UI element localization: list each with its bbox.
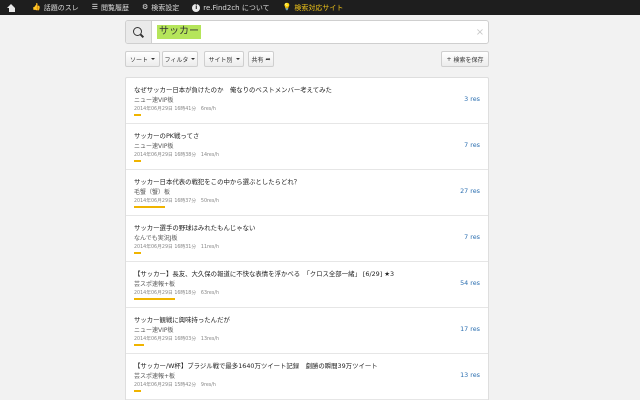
activity-bar (134, 160, 141, 162)
share-button[interactable]: 共有 ➦ (248, 51, 274, 67)
thread-title[interactable]: サッカー日本代表の戦犯をこの中から選ぶとしたらどれ？ (134, 177, 300, 186)
thread-board: なんでも実況J板 (134, 235, 178, 242)
nav-search-settings[interactable]: ⚙ 検索設定 (142, 0, 179, 15)
site-dropdown[interactable]: サイト別 (204, 51, 244, 67)
site-label: サイト別 (208, 56, 233, 64)
res-count: 54 res (460, 279, 480, 287)
result-toolbar: ソート フィルタ サイト別 共有 ➦ + 検索を保存 (125, 51, 489, 67)
thread-row[interactable]: サッカー観戦に興味持ったんだが ニュー速VIP板 2014年06月29日 16時… (126, 308, 488, 354)
thread-board: 芸スポ速報+板 (134, 281, 176, 288)
nav-history-label: 閲覧履歴 (101, 3, 129, 12)
clear-search-icon[interactable]: × (472, 21, 488, 43)
plus-icon: + (446, 55, 452, 63)
list-icon: ☰ (91, 3, 98, 11)
lightbulb-icon: 💡 (282, 3, 292, 11)
share-label: 共有 (251, 56, 264, 64)
activity-bar (134, 114, 141, 116)
top-navbar: 👍 話題のスレ ☰ 閲覧履歴 ⚙ 検索設定 i re.Find2ch について … (0, 0, 640, 15)
search-query-text: サッカー (157, 25, 201, 39)
chevron-down-icon (235, 58, 240, 60)
thread-list: なぜサッカー日本が負けたのか 俺なりのベストメンバー考えてみた ニュー速VIP板… (125, 77, 489, 400)
save-search-label: 検索を保存 (453, 56, 484, 64)
thread-title[interactable]: サッカー選手の野球はみれたもんじゃない (134, 223, 255, 232)
thumbs-up-icon: 👍 (32, 3, 41, 11)
res-count: 27 res (460, 187, 480, 195)
search-button[interactable] (126, 21, 152, 43)
thread-title[interactable]: サッカーのPK戦ってさ (134, 131, 199, 140)
thread-row[interactable]: なぜサッカー日本が負けたのか 俺なりのベストメンバー考えてみた ニュー速VIP板… (126, 78, 488, 124)
nav-about-label: re.Find2ch について (203, 3, 270, 12)
thread-board: 芸スポ速報+板 (134, 373, 176, 380)
res-count: 13 res (460, 371, 480, 379)
res-count: 7 res (464, 233, 480, 241)
share-arrow-icon: ➦ (265, 55, 271, 63)
thread-meta: 2014年06月29日 16時31分 11res/h (134, 245, 220, 250)
activity-bar (134, 206, 165, 208)
nav-trending-threads[interactable]: 👍 話題のスレ (32, 0, 79, 15)
info-icon: i (192, 3, 201, 12)
thread-board: ニュー速VIP板 (134, 143, 174, 150)
thread-title[interactable]: 【サッカー】長友、大久保の報道に不快な表情を浮かべる 「クロス全部一緒」 [6/… (134, 269, 394, 278)
home-icon (7, 3, 16, 12)
nav-about[interactable]: i re.Find2ch について (192, 0, 270, 15)
activity-bar (134, 344, 145, 346)
thread-meta: 2014年06月29日 16時37分 50res/h (134, 199, 220, 204)
sort-label: ソート (129, 56, 148, 64)
nav-home[interactable] (7, 0, 19, 15)
thread-board: ニュー速VIP板 (134, 327, 174, 334)
thread-title[interactable]: サッカー観戦に興味持ったんだが (134, 315, 230, 324)
nav-settings-label: 検索設定 (151, 3, 180, 12)
filter-label: フィルタ (164, 56, 189, 64)
filter-dropdown[interactable]: フィルタ (162, 51, 198, 67)
nav-supported-sites[interactable]: 💡 検索対応サイト (283, 0, 344, 15)
thread-board: 毛蟹（蟹）板 (134, 189, 171, 196)
thread-meta: 2014年06月29日 16時18分 63res/h (134, 291, 220, 296)
activity-bar (134, 252, 141, 254)
res-count: 3 res (464, 95, 480, 103)
thread-row[interactable]: 【サッカー】長友、大久保の報道に不快な表情を浮かべる 「クロス全部一緒」 [6/… (126, 262, 488, 308)
search-icon (133, 26, 142, 36)
nav-trending-label: 話題のスレ (43, 3, 79, 12)
thread-meta: 2014年06月29日 16時38分 14res/h (134, 153, 220, 158)
sort-dropdown[interactable]: ソート (125, 51, 160, 67)
activity-bar (134, 390, 141, 392)
thread-row[interactable]: サッカー日本代表の戦犯をこの中から選ぶとしたらどれ？ 毛蟹（蟹）板 2014年0… (126, 170, 488, 216)
res-count: 17 res (460, 325, 480, 333)
thread-meta: 2014年06月29日 15時42分 9res/h (134, 383, 216, 388)
chevron-down-icon (191, 58, 196, 60)
nav-history[interactable]: ☰ 閲覧履歴 (92, 0, 129, 15)
res-count: 7 res (464, 141, 480, 149)
chevron-down-icon (151, 58, 155, 60)
thread-row[interactable]: サッカーのPK戦ってさ ニュー速VIP板 2014年06月29日 16時38分 … (126, 124, 488, 170)
activity-bar (134, 298, 175, 300)
thread-title[interactable]: なぜサッカー日本が負けたのか 俺なりのベストメンバー考えてみた (134, 85, 332, 94)
gear-icon: ⚙ (142, 3, 149, 11)
thread-board: ニュー速VIP板 (134, 97, 174, 104)
thread-row[interactable]: サッカー選手の野球はみれたもんじゃない なんでも実況J板 2014年06月29日… (126, 216, 488, 262)
save-search-button[interactable]: + 検索を保存 (441, 51, 489, 67)
thread-meta: 2014年06月29日 16時03分 13res/h (134, 337, 220, 342)
nav-sites-label: 検索対応サイト (294, 3, 344, 12)
thread-row[interactable]: 【サッカー/W杯】ブラジル戦で最多1640万ツイート記録 劇勝の瞬間39万ツイー… (126, 354, 488, 400)
thread-title[interactable]: 【サッカー/W杯】ブラジル戦で最多1640万ツイート記録 劇勝の瞬間39万ツイー… (134, 361, 378, 370)
thread-meta: 2014年06月29日 16時41分 6res/h (134, 107, 216, 112)
